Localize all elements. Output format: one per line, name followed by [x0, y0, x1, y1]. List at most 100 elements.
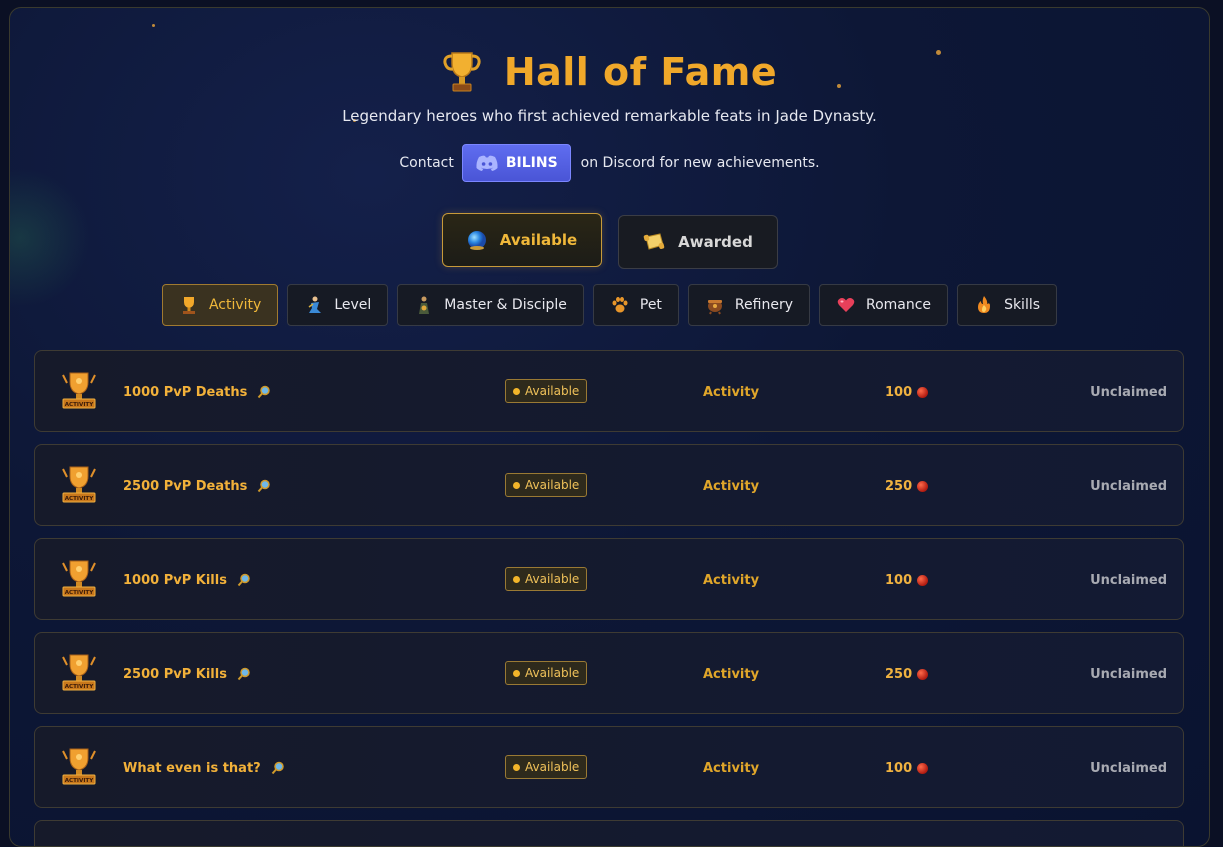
badge-label: ACTIVITY [65, 684, 95, 690]
discord-button[interactable]: BILINS [461, 144, 571, 182]
tab-available[interactable]: Available [441, 213, 602, 267]
tab-level-label: Level [334, 297, 372, 313]
tab-refinery[interactable]: Refinery [687, 284, 810, 326]
achievement-name: What even is that? [123, 760, 261, 776]
tab-pet-label: Pet [639, 297, 662, 313]
master-icon [419, 296, 430, 314]
category-label: Activity [703, 478, 760, 494]
category-label: Activity [703, 760, 760, 776]
tab-skills[interactable]: Skills [957, 284, 1058, 326]
hall-of-fame-panel: Hall of Fame Legendary heroes who first … [9, 7, 1210, 847]
points-cell: 250 [885, 445, 929, 527]
title-row: Hall of Fame [10, 44, 1209, 100]
discord-username: BILINS [505, 155, 558, 171]
tab-master-disciple[interactable]: Master & Disciple [397, 284, 584, 326]
gem-icon [917, 668, 929, 680]
character-icon [308, 296, 322, 313]
status-badge: Available [505, 379, 588, 403]
achievement-row[interactable]: ACTIVITY What even is that? Available Ac… [34, 726, 1184, 808]
status-badge: Available [505, 473, 588, 497]
points-cell: 100 [885, 539, 929, 621]
magnifier-icon[interactable] [271, 761, 285, 775]
discord-icon [476, 155, 498, 171]
achievement-name-cell: 2500 PvP Deaths [123, 445, 271, 527]
claim-status: Unclaimed [1090, 572, 1167, 588]
achievement-row[interactable]: ACTIVITY 1000 PvP Kills Available Activi… [34, 538, 1184, 620]
page-title: Hall of Fame [503, 50, 778, 94]
paw-icon [612, 297, 628, 313]
achievement-row[interactable]: ACTIVITY 2500 PvP Kills Available Activi… [34, 632, 1184, 714]
tab-romance[interactable]: Romance [818, 284, 949, 326]
badge-label: ACTIVITY [65, 402, 95, 408]
gem-icon [917, 574, 929, 586]
points-cell: 100 [885, 727, 929, 809]
points-value: 100 [885, 760, 913, 776]
contact-prefix: Contact [399, 155, 454, 171]
magnifier-icon[interactable] [237, 573, 251, 587]
cauldron-icon [707, 300, 722, 315]
category-label: Activity [703, 572, 760, 588]
orb-icon [467, 231, 486, 250]
tab-master-disciple-label: Master & Disciple [444, 297, 567, 313]
tab-pet[interactable]: Pet [592, 284, 679, 326]
magnifier-icon[interactable] [257, 479, 271, 493]
points-cell: 100 [885, 351, 929, 433]
tab-activity[interactable]: Activity [161, 284, 279, 326]
status-dot [513, 387, 520, 395]
status-badge: Available [505, 567, 588, 591]
points-value: 100 [885, 384, 913, 400]
claim-status: Unclaimed [1090, 478, 1167, 494]
achievement-row[interactable]: ACTIVITY 1000 PvP Deaths Available Activ… [34, 350, 1184, 432]
status-label: Available [525, 760, 580, 774]
tab-refinery-label: Refinery [734, 297, 793, 313]
status-label: Available [525, 478, 580, 492]
gem-icon [917, 762, 929, 774]
tab-awarded-label: Awarded [678, 233, 753, 251]
achievement-name-cell: 1000 PvP Deaths [123, 351, 271, 433]
achievement-row[interactable]: ACTIVITY 2500 PvP Deaths Available Activ… [34, 444, 1184, 526]
activity-badge-icon: ACTIVITY [62, 372, 96, 409]
badge-label: ACTIVITY [65, 778, 95, 784]
badge-label: ACTIVITY [65, 590, 95, 596]
achievement-row[interactable] [34, 820, 1184, 846]
achievement-name: 2500 PvP Kills [123, 666, 227, 682]
activity-badge-icon: ACTIVITY [62, 560, 96, 597]
tab-level[interactable]: Level [287, 284, 389, 326]
achievement-name: 1000 PvP Kills [123, 572, 227, 588]
category-tabs: Activity Level Master & Disciple Pet Ref… [10, 284, 1209, 326]
claim-status: Unclaimed [1090, 384, 1167, 400]
status-badge: Available [505, 661, 588, 685]
heart-icon [837, 298, 855, 312]
category-label: Activity [703, 384, 760, 400]
tab-skills-label: Skills [1004, 297, 1041, 313]
magnifier-icon[interactable] [237, 667, 251, 681]
flame-icon [978, 296, 991, 313]
status-label: Available [525, 572, 580, 586]
achievement-name-cell: What even is that? [123, 727, 285, 809]
activity-badge-icon: ACTIVITY [62, 654, 96, 691]
main-tabs: Available Awarded [10, 213, 1209, 269]
star-sparkle [152, 24, 155, 27]
status-dot [513, 575, 520, 583]
magnifier-icon[interactable] [257, 385, 271, 399]
claim-status: Unclaimed [1090, 760, 1167, 776]
trophy-icon [443, 52, 481, 92]
status-dot [513, 481, 520, 489]
tab-awarded[interactable]: Awarded [617, 215, 778, 269]
achievement-name: 1000 PvP Deaths [123, 384, 248, 400]
achievement-name-cell: 1000 PvP Kills [123, 539, 251, 621]
gem-icon [917, 480, 929, 492]
achievement-name: 2500 PvP Deaths [123, 478, 248, 494]
activity-badge-icon: ACTIVITY [62, 748, 96, 785]
claim-status: Unclaimed [1090, 666, 1167, 682]
status-badge: Available [505, 755, 588, 779]
scroll-icon [643, 233, 665, 250]
page-subtitle: Legendary heroes who first achieved rema… [342, 107, 877, 125]
status-label: Available [525, 384, 580, 398]
category-label: Activity [703, 666, 760, 682]
achievement-name-cell: 2500 PvP Kills [123, 633, 251, 715]
tab-available-label: Available [499, 231, 578, 249]
points-value: 250 [885, 478, 913, 494]
points-cell: 250 [885, 633, 929, 715]
status-label: Available [525, 666, 580, 680]
